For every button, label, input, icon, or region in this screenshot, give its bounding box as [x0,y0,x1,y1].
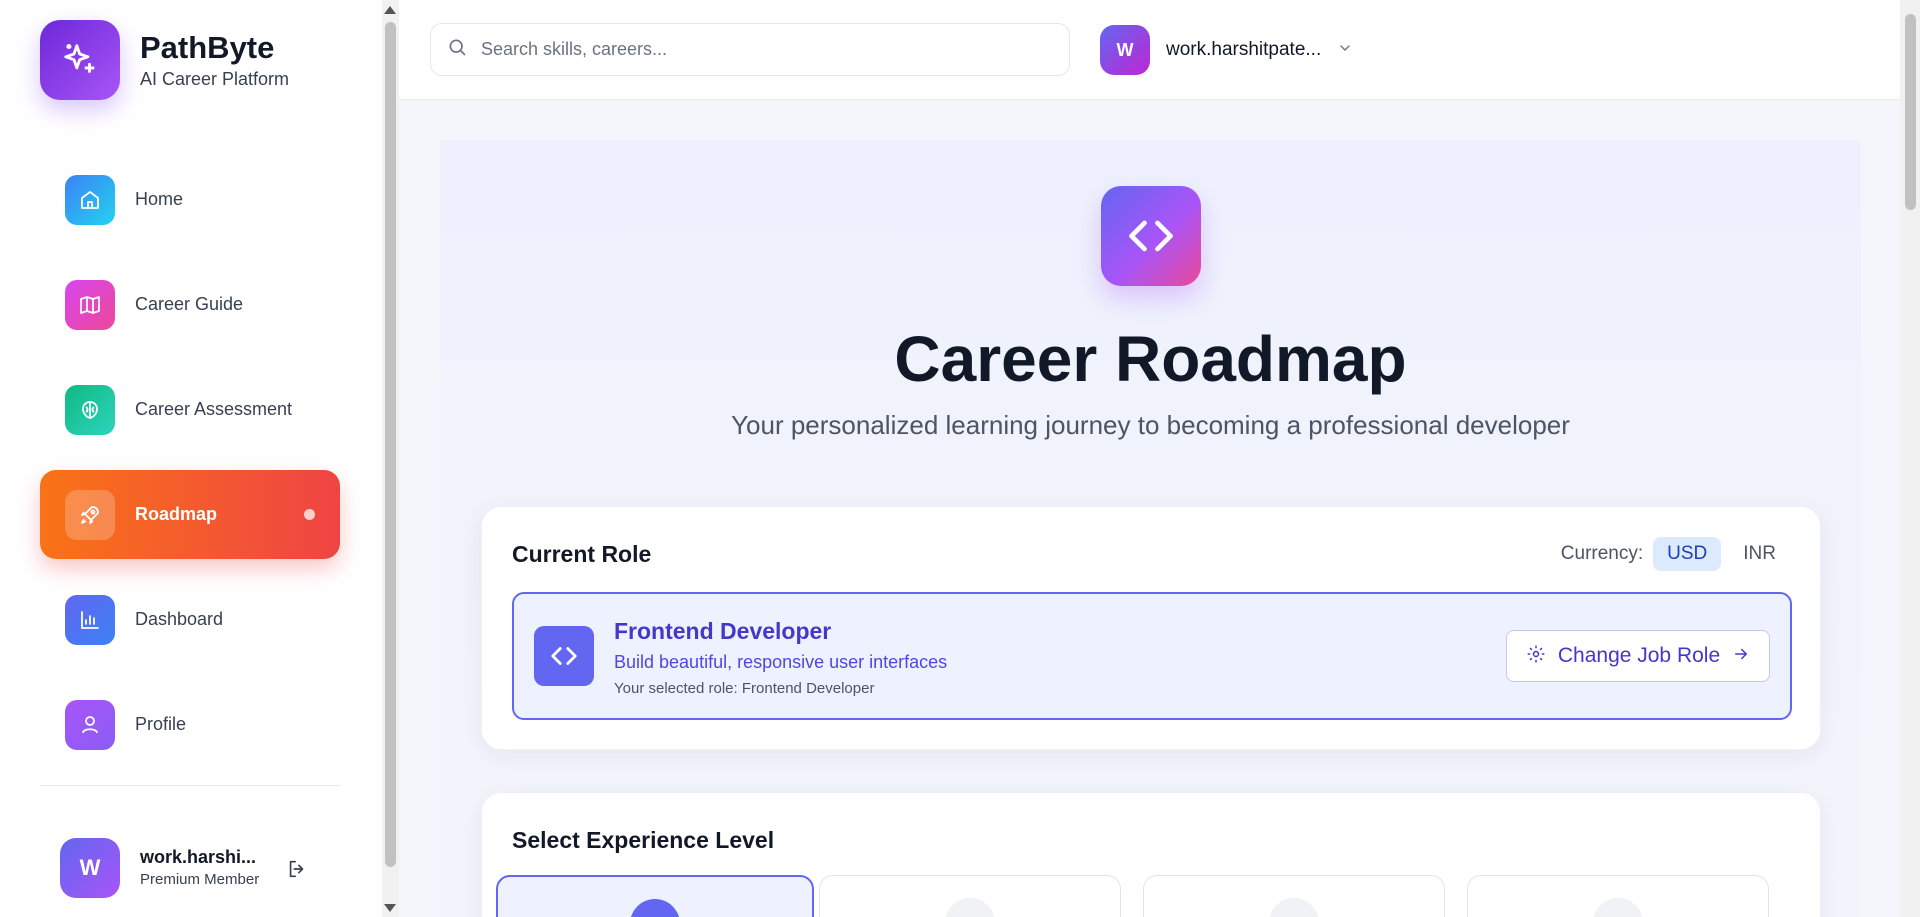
gear-icon [1526,644,1546,669]
rocket-icon [65,489,115,540]
sidebar-scrollbar-thumb[interactable] [385,22,396,867]
sidebar-item-label: Career Assessment [135,399,293,419]
currency-label: Currency: [1560,543,1644,564]
experience-level-icon [1593,898,1643,917]
brain-icon [65,384,115,435]
avatar: W [1100,25,1150,75]
experience-options [496,875,1804,917]
map-icon [65,279,115,330]
sidebar-item-roadmap[interactable]: Roadmap [40,470,340,559]
search-box[interactable] [430,23,1070,76]
search-icon [447,37,467,62]
current-role-card: Current Role Currency: USD INR Frontend … [481,506,1821,750]
experience-option[interactable] [1467,875,1769,917]
experience-option[interactable] [1143,875,1445,917]
sidebar-item-label: Roadmap [135,504,218,524]
sparkles-icon [40,20,120,100]
scroll-up-arrow-icon[interactable] [384,6,396,14]
sidebar-item-career-guide[interactable]: Career Guide [40,260,340,349]
active-indicator-dot [304,509,315,520]
brand-subtitle: AI Career Platform [140,68,290,89]
role-title: Frontend Developer [614,618,832,644]
role-description: Build beautiful, responsive user interfa… [614,652,948,672]
currency-usd-button[interactable]: USD [1653,537,1722,571]
page-subtitle: Your personalized learning journey to be… [731,410,1570,440]
globe-icon [1269,898,1319,917]
role-note: Your selected role: Frontend Developer [614,680,875,697]
sidebar-item-label: Career Guide [135,294,244,314]
experience-level-icon [630,899,680,917]
sidebar-nav: Home Career Guide Career Assessment Road… [40,155,340,785]
bar-chart-icon [65,594,115,645]
avatar[interactable]: W [60,838,120,898]
experience-option[interactable] [819,875,1121,917]
currency-switcher: Currency: USD INR [1561,537,1790,571]
selected-role-box: Frontend Developer Build beautiful, resp… [512,592,1792,720]
top-header: W work.harshitpate... [399,0,1900,100]
logout-icon[interactable] [286,858,308,885]
search-input[interactable] [481,39,1041,60]
sidebar-divider [40,785,340,786]
home-icon [65,174,115,225]
code-icon [1101,186,1201,286]
sidebar-item-label: Home [135,189,184,209]
brand[interactable]: PathByte AI Career Platform [40,20,289,100]
brand-name: PathByte [140,29,275,65]
user-icon [65,699,115,750]
sidebar-item-career-assessment[interactable]: Career Assessment [40,365,340,454]
code-icon [534,626,594,686]
change-job-role-label: Change Job Role [1557,644,1721,667]
account-menu[interactable]: W work.harshitpate... [1100,25,1353,75]
card-heading: Select Experience Level [512,827,775,853]
sidebar-item-home[interactable]: Home [40,155,340,244]
sidebar-item-label: Profile [135,714,187,734]
experience-option[interactable] [496,875,814,917]
scroll-down-arrow-icon[interactable] [384,904,396,912]
sidebar-item-dashboard[interactable]: Dashboard [40,575,340,664]
card-heading: Current Role [512,541,652,567]
sidebar-user-card: W work.harshi... Premium Member [60,838,304,898]
page-title: Career Roadmap [894,323,1407,395]
change-job-role-button[interactable]: Change Job Role [1506,630,1770,682]
chevron-down-icon [1337,40,1353,61]
arrow-right-icon [1732,645,1750,668]
experience-level-icon [945,898,995,917]
currency-inr-button[interactable]: INR [1729,537,1790,571]
user-name: work.harshi... [140,847,257,867]
account-name: work.harshitpate... [1166,39,1322,60]
sidebar-item-profile[interactable]: Profile [40,680,340,769]
sidebar-item-label: Dashboard [135,609,224,629]
sidebar: PathByte AI Career Platform Home Career … [0,0,382,917]
user-membership: Premium Member [140,871,260,888]
experience-level-card: Select Experience Level [481,792,1821,917]
page-scrollbar-thumb[interactable] [1905,14,1916,210]
